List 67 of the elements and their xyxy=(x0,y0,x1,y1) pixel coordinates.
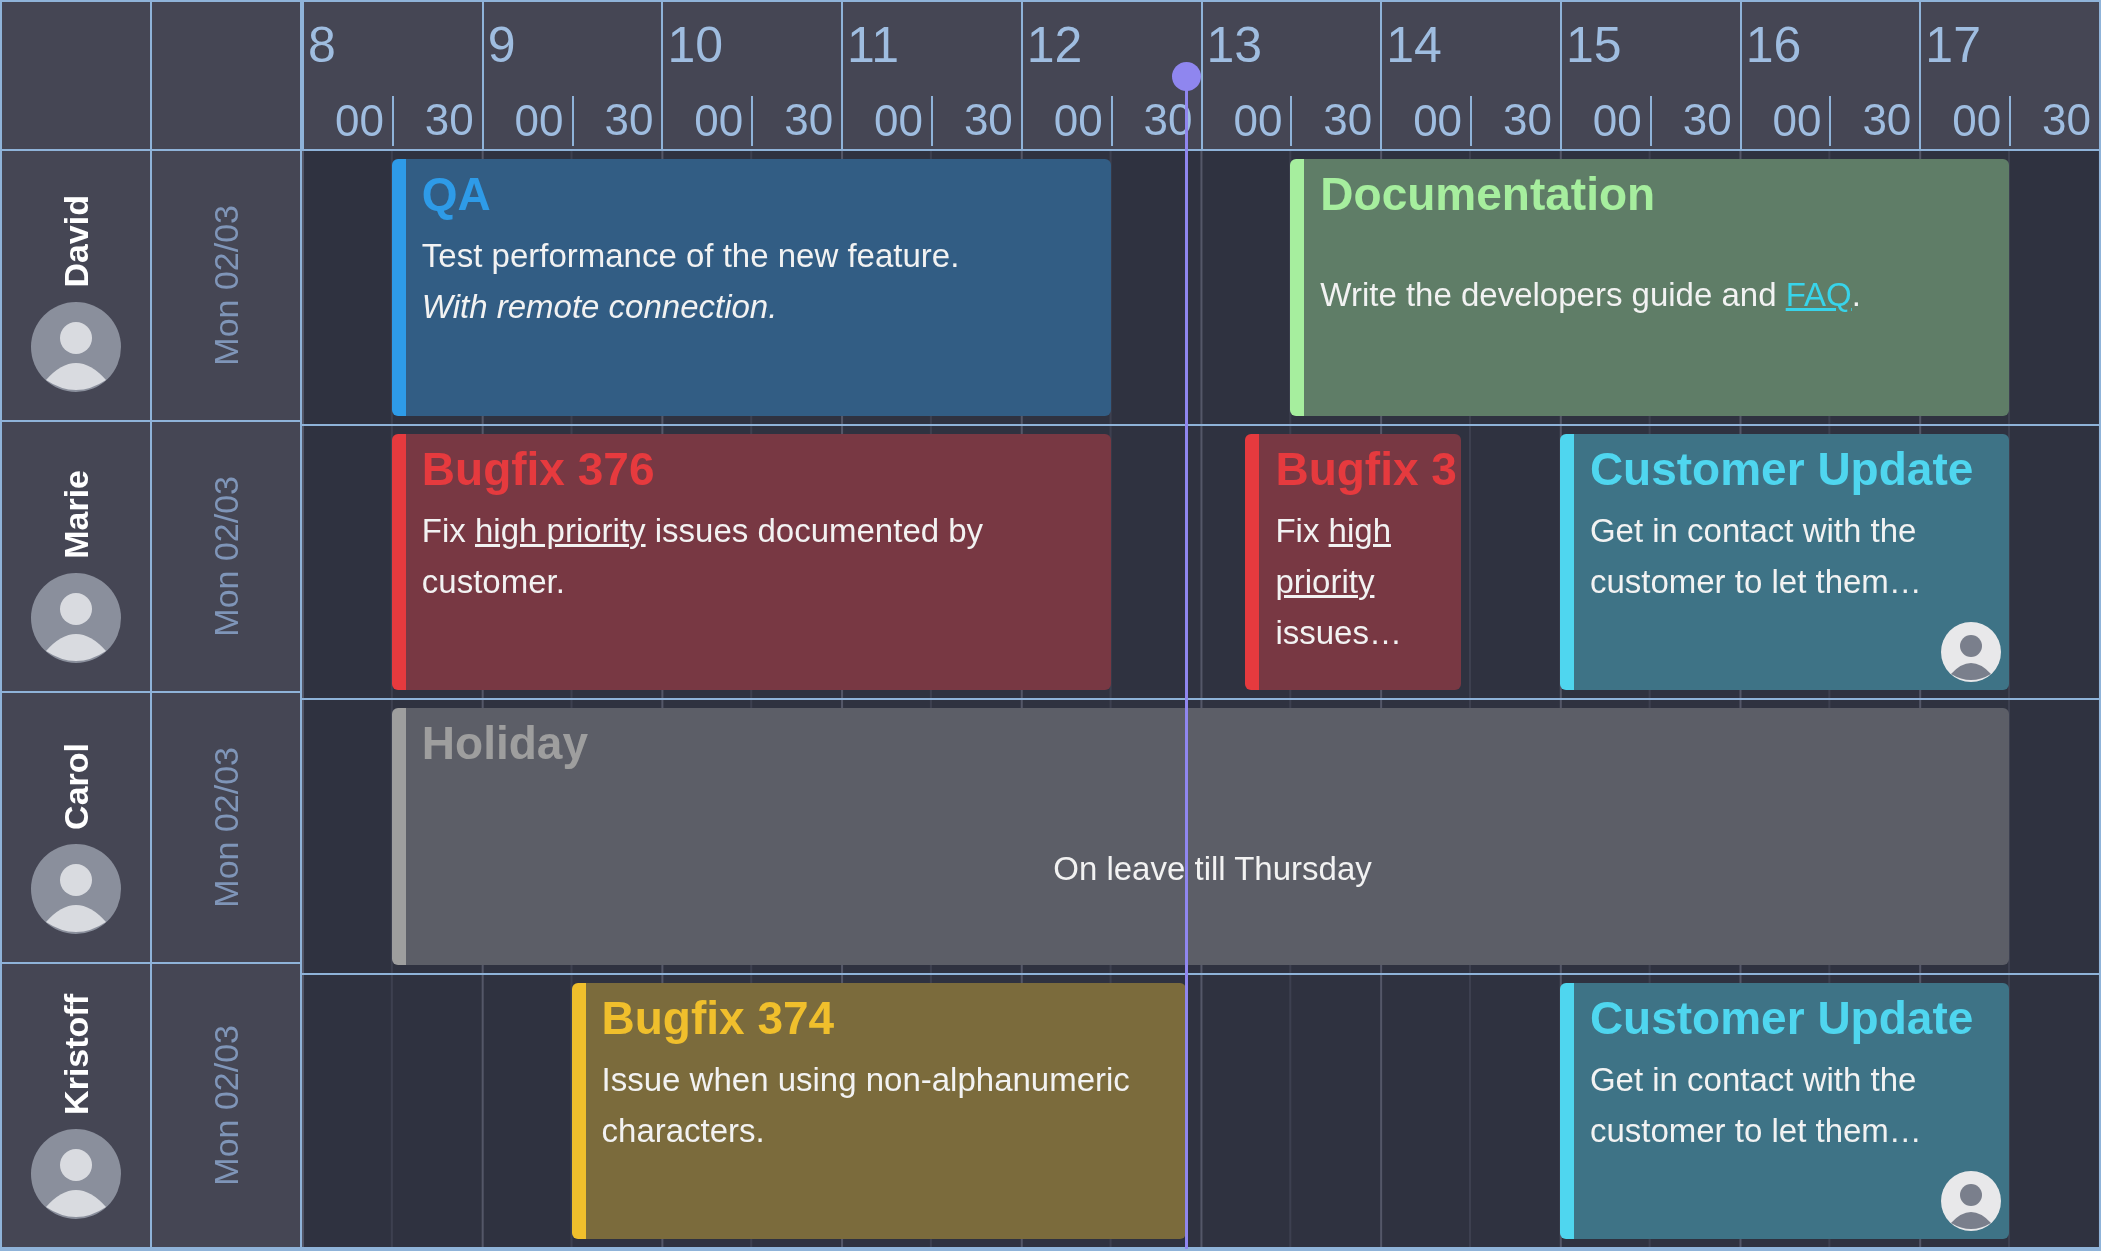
event-description: Get in contact with the customer to let them… xyxy=(1589,510,1923,602)
event-title: QA xyxy=(421,167,491,222)
hour-label: 12 xyxy=(1025,16,1084,75)
minute-label: 00 xyxy=(1413,96,1463,146)
resource-date: Mon 02/03 xyxy=(206,747,246,908)
hour-label: 10 xyxy=(666,16,725,75)
minute-label: 00 xyxy=(334,96,384,146)
event-description: Test performance of the new feature. xyxy=(421,236,961,277)
event-card[interactable]: Bugfix 3 Fix high priority issues… xyxy=(1245,433,1462,690)
resource-name: David xyxy=(56,195,96,289)
minute-label: 30 xyxy=(1682,95,1732,145)
hour-label: 15 xyxy=(1564,16,1623,75)
event-description: Write the developers guide and FAQ. xyxy=(1320,275,1862,316)
minute-label: 30 xyxy=(963,95,1013,145)
hour-label: 14 xyxy=(1385,16,1443,75)
event-card[interactable]: Customer Update Get in contact with the customer to let them… xyxy=(1559,433,2010,690)
faq-link[interactable]: FAQ xyxy=(1785,276,1852,314)
hour-label: 8 xyxy=(307,16,337,75)
minute-label: 30 xyxy=(1862,95,1912,145)
minute-label: 00 xyxy=(694,96,744,146)
minute-label: 00 xyxy=(1772,96,1822,146)
event-card[interactable]: Documentation Write the developers guide and FAQ. xyxy=(1290,159,2010,416)
minute-label: 00 xyxy=(874,96,923,146)
avatar-icon xyxy=(31,302,121,393)
hour-label: 13 xyxy=(1205,16,1264,75)
minute-label: 30 xyxy=(604,95,654,145)
minute-label: 30 xyxy=(1323,95,1373,145)
event-description: Fix high priority issues documented by customer. xyxy=(421,510,985,602)
event-description: Get in contact with the customer to let them… xyxy=(1589,1059,1923,1151)
minute-label: 00 xyxy=(1233,96,1283,146)
hour-label: 17 xyxy=(1924,16,1982,75)
minute-label: 30 xyxy=(784,95,834,145)
avatar-icon xyxy=(31,573,121,664)
minute-label: 30 xyxy=(1503,95,1552,145)
event-title: Customer Update xyxy=(1589,441,1974,497)
event-title: Documentation xyxy=(1320,167,1656,222)
event-title: Bugfix 376 xyxy=(421,441,655,497)
avatar-icon xyxy=(31,1129,121,1219)
hour-label: 11 xyxy=(846,16,900,75)
event-card[interactable]: QA Test performance of the new feature. With remote connection. xyxy=(391,159,1111,416)
event-title: Bugfix 3 xyxy=(1275,441,1457,497)
resource-name: Marie xyxy=(56,470,96,560)
event-description: Issue when using non-alphanumeric characters. xyxy=(601,1059,1131,1151)
resource-name: Carol xyxy=(56,743,96,831)
event-title: Holiday xyxy=(421,716,588,771)
event-card[interactable]: Holiday On leave till Thursday xyxy=(391,708,2010,965)
event-description: On leave till Thursday xyxy=(1053,849,1372,890)
resource-date: Mon 02/03 xyxy=(206,1025,246,1186)
event-description: Fix high priority issues… xyxy=(1275,510,1403,653)
event-title: Bugfix 374 xyxy=(601,990,835,1046)
hour-label: 16 xyxy=(1744,16,1803,75)
resource-name: Kristoff xyxy=(56,994,96,1115)
minute-label: 00 xyxy=(1952,96,2002,146)
minute-label: 30 xyxy=(424,95,474,145)
event-title: Customer Update xyxy=(1589,990,1974,1046)
minute-label: 00 xyxy=(514,96,564,146)
event-card[interactable]: Bugfix 376 Fix high priority issues documented by customer. xyxy=(391,433,1111,690)
resource-date: Mon 02/03 xyxy=(206,476,246,637)
minute-label: 30 xyxy=(2042,95,2092,145)
event-description: With remote connection. xyxy=(421,287,779,328)
minute-label: 00 xyxy=(1053,96,1103,146)
avatar-icon xyxy=(31,844,121,935)
event-card[interactable]: Bugfix 374 Issue when using non-alphanumeric characters. xyxy=(571,982,1187,1239)
hour-label: 9 xyxy=(486,16,517,75)
event-card[interactable]: Customer Update Get in contact with the customer to let them… xyxy=(1559,982,2010,1239)
minute-label: 00 xyxy=(1592,96,1642,146)
resource-date: Mon 02/03 xyxy=(206,205,246,366)
